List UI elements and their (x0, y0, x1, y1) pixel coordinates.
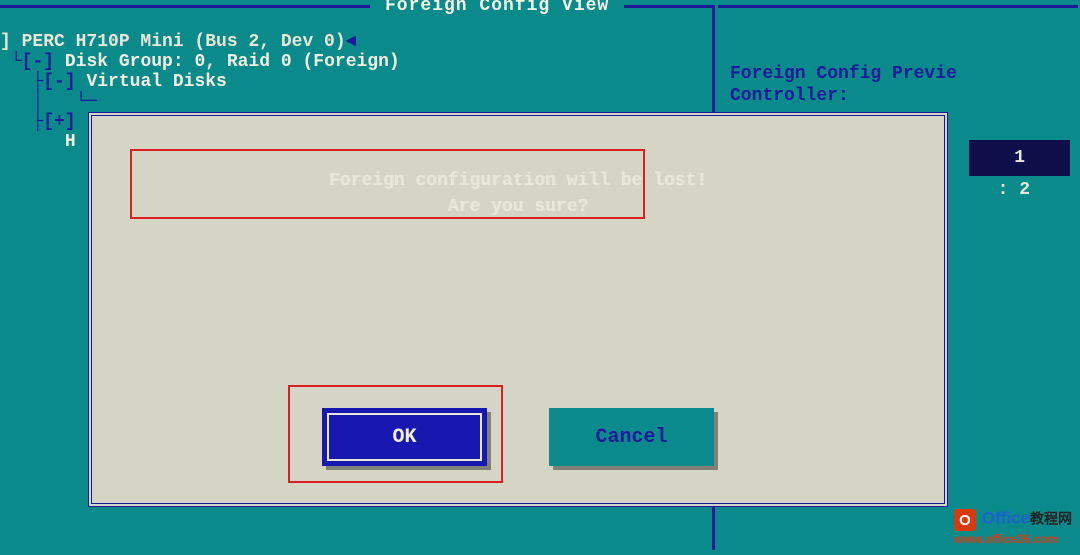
dialog-line-1: Foreign configuration will be lost! (92, 168, 944, 194)
tree-branch-icon: ├ (32, 72, 43, 92)
side-value-2: : 2 (998, 180, 1030, 200)
tree-disk-group-row[interactable]: └[-] Disk Group: 0, Raid 0 (Foreign) (0, 52, 400, 72)
watermark-url: www.office26.com (954, 532, 1058, 546)
tree-branch-icon: ├ (32, 112, 43, 132)
controller-label: ] PERC H710P Mini (Bus 2, Dev 0) (0, 32, 346, 52)
side-heading-1: Foreign Config Previe (730, 63, 1078, 85)
tree-pipe-icon: │ └─ (32, 92, 97, 112)
dialog-line-2: Are you sure? (92, 194, 944, 220)
hd-label: H (65, 132, 76, 152)
side-selected-value: 1 (969, 140, 1070, 176)
tree-vd-child-row: │ └─ (0, 92, 400, 112)
tree-branch-icon: └ (11, 52, 22, 72)
watermark-brand-cn: 教程网 (1030, 511, 1072, 527)
virtual-disks-label: Virtual Disks (86, 72, 226, 92)
expand-toggle[interactable]: [-] (22, 52, 54, 72)
dialog-message: Foreign configuration will be lost! Are … (92, 168, 944, 220)
panel-title: Foreign Config View (370, 0, 624, 16)
watermark-brand: Office (982, 509, 1030, 528)
tree-virtual-disks-row[interactable]: ├[-] Virtual Disks (0, 72, 400, 92)
watermark: O Office教程网 www.office26.com (954, 509, 1072, 547)
cancel-button[interactable]: Cancel (549, 408, 714, 466)
office-logo-icon: O (954, 509, 976, 531)
dialog-button-row: OK Cancel (92, 408, 944, 466)
arrow-left-icon: ◄ (346, 32, 357, 52)
confirm-dialog: Foreign configuration will be lost! Are … (88, 112, 948, 507)
tree-controller-row[interactable]: ] PERC H710P Mini (Bus 2, Dev 0)◄ (0, 32, 400, 52)
expand-toggle[interactable]: [-] (43, 72, 75, 92)
expand-toggle[interactable]: [+] (43, 112, 75, 132)
side-heading-2: Controller: (730, 85, 1078, 107)
disk-group-label: Disk Group: 0, Raid 0 (Foreign) (65, 52, 400, 72)
ok-button[interactable]: OK (322, 408, 487, 466)
